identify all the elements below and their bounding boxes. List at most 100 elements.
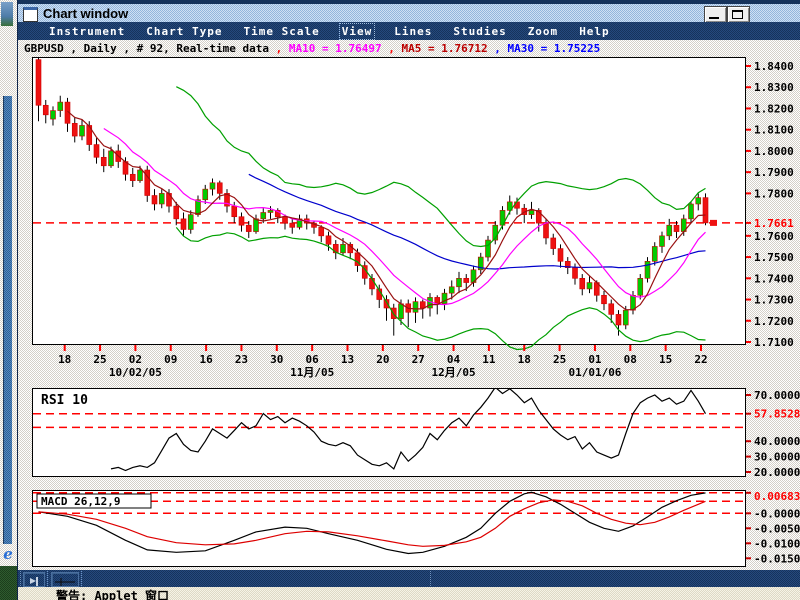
candle-body bbox=[282, 216, 288, 224]
flag-tool-button[interactable] bbox=[23, 572, 45, 587]
date-axis-label: 15 bbox=[659, 353, 672, 366]
applet-warning-bar: 警告: Applet 窗口 bbox=[18, 587, 800, 600]
window-title: Chart window bbox=[43, 6, 129, 21]
toolbar-separator bbox=[430, 571, 431, 586]
month-axis-label: 10/02/05 bbox=[109, 366, 162, 379]
rsi-axis-label: 40.0000 bbox=[754, 435, 800, 448]
ma30-value: MA30 = 1.75225 bbox=[507, 42, 601, 55]
rsi-axis-label: 30.0000 bbox=[754, 451, 800, 464]
price-axis-label: 1.8300 bbox=[754, 81, 794, 94]
candle-body bbox=[666, 224, 673, 237]
date-axis-label: 13 bbox=[341, 353, 354, 366]
desktop-wallpaper-fragment bbox=[0, 566, 17, 600]
candle-body bbox=[651, 246, 658, 262]
toolbar-separator bbox=[47, 571, 48, 586]
candle-body bbox=[158, 193, 165, 205]
candle-body bbox=[267, 210, 274, 213]
rsi-plot-area bbox=[32, 388, 746, 477]
candle-body bbox=[231, 205, 238, 218]
date-axis-label: 27 bbox=[412, 353, 425, 366]
ie-logo-icon: e bbox=[3, 545, 13, 563]
date-axis-label: 04 bbox=[447, 353, 461, 366]
candle-body bbox=[448, 286, 455, 294]
trendline-tool-button[interactable] bbox=[51, 572, 79, 587]
price-chart-svg: 1.8400 1.8300 1.8200 1.8100 1.8000 1.7900 1.78… bbox=[32, 57, 794, 379]
candle-body bbox=[340, 244, 346, 254]
candle-body bbox=[35, 59, 42, 106]
price-axis-label: 1.7600 bbox=[754, 230, 794, 243]
month-axis-label: 01/01/06 bbox=[568, 366, 621, 379]
macd-axis-label: -0.0000 bbox=[754, 507, 800, 520]
minimize-button[interactable] bbox=[704, 6, 727, 23]
menu-chart-type[interactable]: Chart Type bbox=[144, 24, 224, 39]
menu-instrument[interactable]: Instrument bbox=[47, 24, 127, 39]
separator: , bbox=[494, 42, 508, 55]
candle-body bbox=[151, 195, 158, 205]
price-axis-label: 1.7200 bbox=[754, 315, 794, 328]
candle-body bbox=[528, 210, 535, 215]
rsi-panel[interactable]: 70.0000 57.8528 40.0000 30.0000 20.0000 RSI 1… bbox=[32, 386, 800, 479]
menu-lines[interactable]: Lines bbox=[392, 24, 434, 39]
maximize-icon bbox=[732, 10, 743, 19]
candle-body bbox=[543, 222, 549, 239]
candle-body bbox=[209, 182, 216, 190]
candle-body bbox=[434, 297, 441, 305]
candle-body bbox=[622, 309, 629, 326]
background-window-edge: e bbox=[0, 0, 17, 600]
price-axis-label: 1.8000 bbox=[754, 145, 794, 158]
candle-body bbox=[586, 282, 593, 290]
macd-axis-label: -0.0100 bbox=[754, 537, 800, 550]
menu-help[interactable]: Help bbox=[577, 24, 612, 39]
macd-axis-label: 0.00683 bbox=[754, 490, 800, 503]
rsi-title: RSI 10 bbox=[41, 393, 88, 408]
candle-body bbox=[325, 235, 332, 245]
screen: e Chart window Instrument Chart Type Tim… bbox=[0, 0, 800, 600]
candle-body bbox=[412, 301, 419, 313]
instrument-status-line: GBPUSD , Daily , # 92, Real-time data , … bbox=[18, 40, 800, 55]
candle-body bbox=[550, 237, 557, 249]
month-axis-label: 12月/05 bbox=[431, 366, 475, 379]
date-axis-label: 11 bbox=[482, 353, 496, 366]
candle-body bbox=[644, 261, 651, 279]
candle-body bbox=[463, 278, 470, 283]
price-axis-label: 1.7100 bbox=[754, 336, 794, 349]
price-axis-label: 1.8200 bbox=[754, 102, 794, 115]
candle-body bbox=[615, 314, 622, 326]
background-window-border bbox=[3, 96, 12, 544]
date-axis-label: 02 bbox=[129, 353, 142, 366]
candle-body bbox=[202, 188, 209, 201]
macd-axis-label: -0.0150 bbox=[754, 552, 800, 565]
rsi-axis-label: 57.8528 bbox=[754, 408, 800, 421]
titlebar[interactable]: Chart window bbox=[18, 4, 800, 23]
menu-studies[interactable]: Studies bbox=[451, 24, 508, 39]
price-chart-panel[interactable]: 1.8400 1.8300 1.8200 1.8100 1.8000 1.7900 1.78… bbox=[32, 57, 800, 380]
macd-panel[interactable]: 0.00683 -0.0000 -0.0050 -0.0100 -0.0150 MACD … bbox=[32, 490, 800, 567]
menu-zoom[interactable]: Zoom bbox=[526, 24, 561, 39]
price-axis-label: 1.8100 bbox=[754, 124, 794, 137]
menu-view[interactable]: View bbox=[338, 22, 376, 40]
candle-body bbox=[398, 303, 404, 319]
candle-body bbox=[289, 222, 296, 228]
macd-title: MACD 26,12,9 bbox=[41, 495, 120, 508]
date-axis-label: 30 bbox=[270, 353, 283, 366]
date-axis-label: 22 bbox=[694, 353, 707, 366]
maximize-button[interactable] bbox=[727, 6, 750, 23]
candle-body bbox=[253, 218, 259, 232]
applet-warning-text: 警告: Applet 窗口 bbox=[56, 589, 170, 600]
candle-body bbox=[557, 248, 564, 262]
menu-time-scale[interactable]: Time Scale bbox=[241, 24, 321, 39]
instrument-info: GBPUSD , Daily , # 92, Real-time data bbox=[24, 42, 276, 55]
date-axis-label: 25 bbox=[553, 353, 566, 366]
candle-body bbox=[260, 212, 267, 220]
candle-body bbox=[579, 278, 586, 290]
candle-body bbox=[173, 205, 180, 220]
candle-body bbox=[659, 235, 665, 247]
toolbar-separator bbox=[20, 571, 21, 586]
rsi-axis-label: 70.0000 bbox=[754, 389, 800, 402]
candle-body bbox=[673, 224, 680, 232]
candle-body bbox=[216, 182, 223, 194]
candle-body bbox=[238, 216, 245, 226]
candle-body bbox=[187, 214, 194, 230]
candle-body bbox=[702, 197, 709, 224]
candle-body bbox=[93, 144, 100, 158]
